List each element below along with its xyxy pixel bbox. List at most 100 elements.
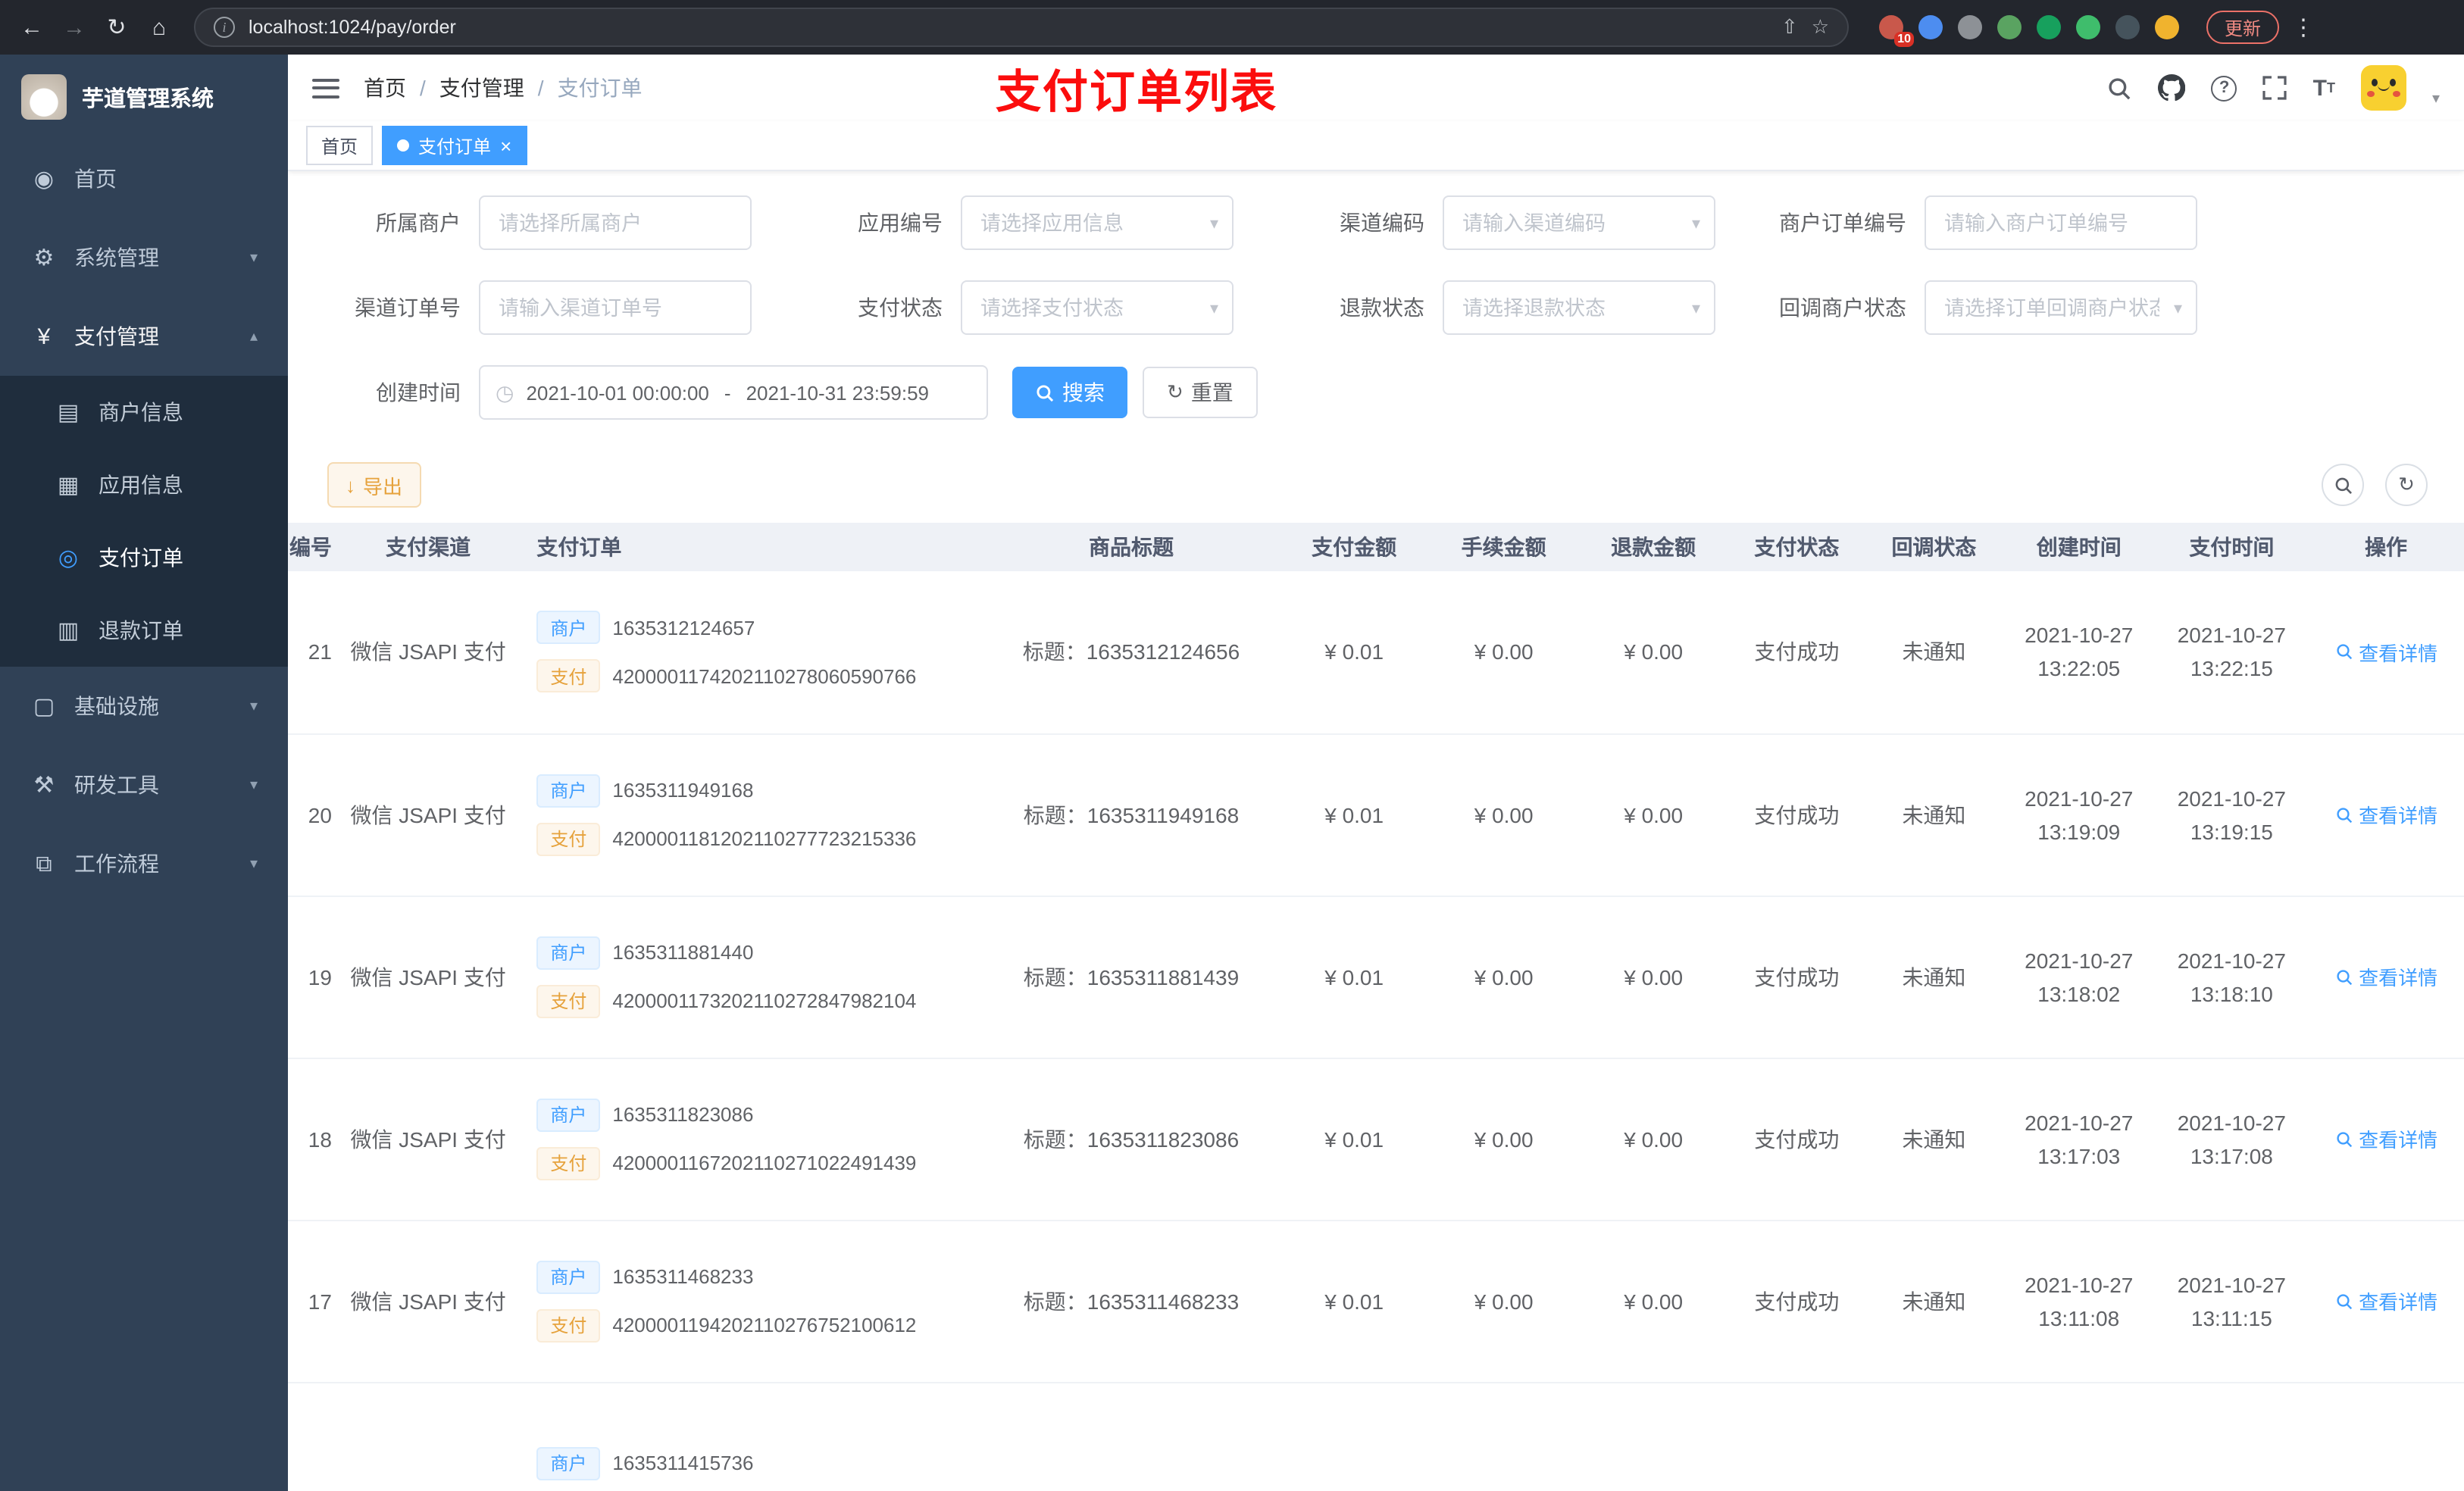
- share-icon[interactable]: ⇧: [1781, 15, 1798, 39]
- cell-status: 支付成功: [1728, 1058, 1865, 1221]
- sidebar-subitem[interactable]: ▦ 应用信息: [0, 449, 288, 521]
- refresh-table-icon[interactable]: ↻: [2385, 464, 2428, 506]
- orders-table: 编号 支付渠道 支付订单 商品标题 支付金额 手续金额 退款金额 支付状态 回调状态 创建时间 支付…: [288, 523, 2464, 1491]
- browser-menu-icon[interactable]: ⋮: [2291, 14, 2315, 41]
- column-header: 回调状态: [1865, 523, 2003, 571]
- sidebar-subitem[interactable]: ▥ 退款订单: [0, 594, 288, 667]
- filter-form: 所属商户应用编号▾渠道编码▾商户订单编号渠道订单号支付状态▾退款状态▾回调商户状…: [288, 171, 2464, 450]
- bookmark-star-icon[interactable]: ☆: [1812, 15, 1829, 39]
- channel-order-line: 支付 4200001167202110271022491439: [536, 1142, 983, 1184]
- forward-arrow-icon[interactable]: →: [55, 8, 94, 47]
- refresh-icon[interactable]: ↻: [97, 8, 136, 47]
- sidebar-item[interactable]: ▢ 基础设施 ▾: [0, 667, 288, 746]
- filter-text-input[interactable]: [1926, 197, 2196, 248]
- ext-green-icon[interactable]: [1997, 15, 2022, 39]
- table-row: 20 微信 JSAPI 支付 商户 1635311949168 支付 4200001181…: [288, 733, 2464, 896]
- filter-input[interactable]: [479, 280, 752, 335]
- view-detail-label: 查看详情: [2359, 1129, 2438, 1152]
- filter-select[interactable]: ▾: [1443, 195, 1715, 250]
- sidebar-toggle-icon[interactable]: [312, 78, 339, 98]
- filter-select[interactable]: ▾: [1443, 280, 1715, 335]
- address-bar[interactable]: i localhost:1024/pay/order ⇧ ☆: [194, 8, 1849, 47]
- tab-pay-order[interactable]: 支付订单 ×: [382, 126, 527, 165]
- help-icon[interactable]: ?: [2211, 75, 2237, 101]
- filter-text-input[interactable]: [480, 197, 750, 248]
- breadcrumb-home[interactable]: 首页: [364, 73, 406, 103]
- filter-text-input[interactable]: [1926, 282, 2196, 333]
- browser-update-button[interactable]: 更新: [2206, 11, 2280, 44]
- ext-chat-icon[interactable]: [2076, 15, 2100, 39]
- sidebar-subitem[interactable]: ◎ 支付订单: [0, 521, 288, 594]
- cell-id: 19: [288, 896, 341, 1058]
- ext-face-icon[interactable]: [2155, 15, 2179, 39]
- workflow-icon: ⧉: [36, 851, 52, 877]
- create-time: 13:11:08: [2038, 1305, 2120, 1330]
- filter-select[interactable]: ▾: [961, 195, 1234, 250]
- sidebar-item[interactable]: ⚙ 系统管理 ▾: [0, 218, 288, 297]
- filter-label: 退款状态: [1340, 295, 1424, 320]
- sidebar-item[interactable]: ¥ 支付管理 ▴: [0, 297, 288, 376]
- back-arrow-icon[interactable]: ←: [12, 8, 52, 47]
- view-detail-button[interactable]: 查看详情: [2334, 1286, 2437, 1315]
- cell-refund: ¥ 0.00: [1578, 733, 1728, 896]
- filter-field: 商户订单编号: [1779, 195, 2261, 250]
- view-detail-button[interactable]: 查看详情: [2334, 962, 2437, 991]
- filter-text-input[interactable]: [1444, 282, 1714, 333]
- search-icon: [2334, 643, 2353, 661]
- toggle-search-icon[interactable]: [2322, 464, 2364, 506]
- export-button[interactable]: ↓ 导出: [327, 462, 421, 508]
- github-icon[interactable]: [2158, 74, 2186, 102]
- user-avatar[interactable]: [2360, 65, 2406, 111]
- cell-create-time: [2002, 1382, 2156, 1491]
- filter-text-input[interactable]: [480, 282, 750, 333]
- ext-gray-icon[interactable]: [1958, 15, 1982, 39]
- cell-title: [983, 1382, 1280, 1491]
- sidebar-item[interactable]: ⧉ 工作流程 ▾: [0, 824, 288, 903]
- filter-select[interactable]: ▾: [961, 280, 1234, 335]
- cell-amount: ¥ 0.01: [1279, 733, 1429, 896]
- sidebar-subitem[interactable]: ▤ 商户信息: [0, 376, 288, 449]
- app-header: 首页 / 支付管理 / 支付订单 支付订单列表 ? TT ▾: [288, 55, 2464, 121]
- cell-pay-order: 商户 1635311823086 支付 42000011672021102710224…: [515, 1058, 983, 1221]
- avatar-caret-icon[interactable]: ▾: [2432, 90, 2440, 107]
- reset-button[interactable]: ↻ 重置: [1143, 367, 1258, 418]
- home-icon[interactable]: ⌂: [139, 8, 179, 47]
- date-start-value[interactable]: 2021-10-01 00:00:00: [526, 381, 708, 404]
- filter-text-input[interactable]: [1444, 197, 1714, 248]
- filter-rows: 所属商户应用编号▾渠道编码▾商户订单编号渠道订单号支付状态▾退款状态▾回调商户状…: [333, 195, 2464, 335]
- ext-blue-icon[interactable]: [1918, 15, 1943, 39]
- date-range-picker[interactable]: ◷ 2021-10-01 00:00:00 - 2021-10-31 23:59…: [479, 365, 988, 420]
- view-detail-button[interactable]: 查看详情: [2334, 1124, 2437, 1153]
- sidebar-menu: ◉ 首页 ⚙ 系统管理 ▾ ¥ 支付管理 ▴ ▤ 商户信息 ▦ 应用信息 ◎ 支付订单 ▥ 退款订单 ▢ 基础设施…: [0, 139, 288, 903]
- breadcrumb-pay-manage[interactable]: 支付管理: [439, 73, 524, 103]
- filter-input[interactable]: [1925, 195, 2197, 250]
- search-icon[interactable]: [2107, 75, 2133, 101]
- filter-input[interactable]: [479, 195, 752, 250]
- view-detail-button[interactable]: 查看详情: [2334, 800, 2437, 829]
- ext-dark-icon[interactable]: [2115, 15, 2140, 39]
- cell-refund: [1578, 1382, 1728, 1491]
- filter-select[interactable]: ▾: [1925, 280, 2197, 335]
- cell-channel: 微信 JSAPI 支付: [340, 571, 516, 734]
- fullscreen-icon[interactable]: [2262, 76, 2287, 100]
- ext-teal-check-icon[interactable]: [2037, 15, 2061, 39]
- close-icon[interactable]: ×: [500, 136, 511, 155]
- create-time: 13:22:05: [2037, 656, 2121, 681]
- table-row: 商户 1635311415736: [288, 1382, 2464, 1491]
- font-size-icon[interactable]: TT: [2313, 75, 2335, 101]
- site-info-icon[interactable]: i: [214, 17, 235, 38]
- sidebar-item[interactable]: ⚒ 研发工具 ▾: [0, 746, 288, 824]
- view-detail-button[interactable]: 查看详情: [2334, 638, 2437, 667]
- filter-text-input[interactable]: [962, 282, 1232, 333]
- filter-label: 所属商户: [376, 211, 461, 235]
- cell-status: 支付成功: [1728, 733, 1865, 896]
- sidebar-logo[interactable]: 芋道管理系统: [0, 55, 288, 139]
- search-button[interactable]: 搜索: [1012, 367, 1127, 418]
- extensions-puzzle-icon[interactable]: 10: [1879, 15, 1914, 47]
- sidebar-item[interactable]: ◉ 首页: [0, 139, 288, 218]
- filter-text-input[interactable]: [962, 197, 1232, 248]
- extensions-area: 10: [1879, 15, 2179, 47]
- url-text[interactable]: localhost:1024/pay/order: [249, 17, 1768, 38]
- tab-home[interactable]: 首页: [306, 126, 374, 165]
- date-end-value[interactable]: 2021-10-31 23:59:59: [746, 381, 929, 404]
